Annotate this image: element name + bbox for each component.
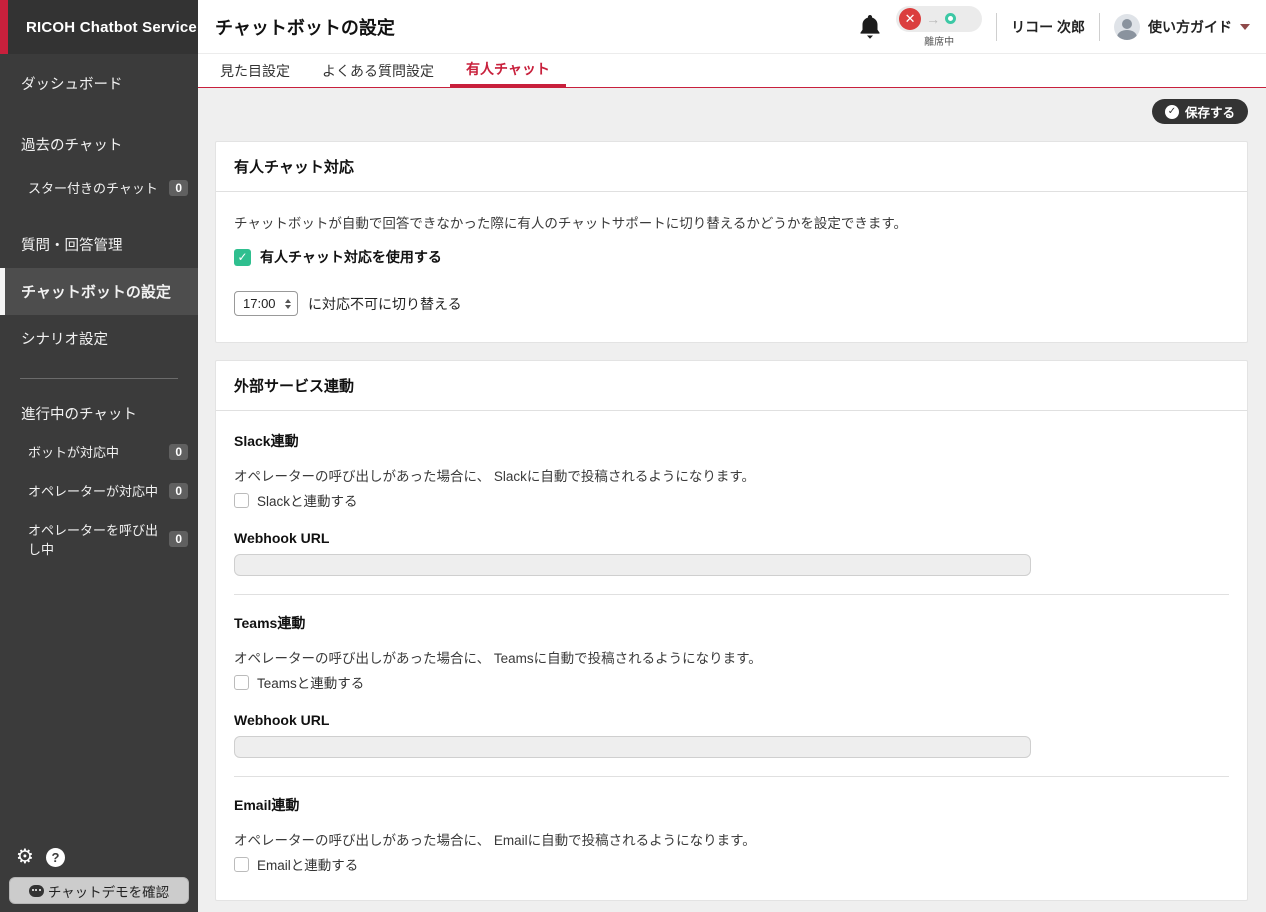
email-checkbox-label: Emailと連動する: [257, 854, 358, 874]
avatar: [1114, 14, 1140, 40]
check-circle-icon: ✓: [1165, 105, 1179, 119]
teams-integration-title: Teams連動: [234, 613, 1229, 633]
sidebar-item-label: ダッシュボード: [21, 73, 123, 94]
slack-integration-checkbox[interactable]: Slackと連動する: [234, 490, 1229, 510]
sidebar-divider: [20, 378, 178, 379]
teams-integration-block: Teams連動 オペレーターの呼び出しがあった場合に、 Teamsに自動で投稿さ…: [234, 613, 1229, 758]
checkbox-unchecked-icon: [234, 493, 249, 508]
app-window: RICOH Chatbot Service ダッシュボード 過去のチャット スタ…: [0, 0, 1266, 912]
sidebar-item-label: オペレーターが対応中: [28, 481, 158, 500]
switch-time-value: 17:00: [243, 296, 276, 311]
sidebar-item-past-chats[interactable]: 過去のチャット: [0, 121, 198, 168]
presence-status-toggle[interactable]: ✕ → 離席中: [896, 6, 982, 48]
settings-tabbar: 見た目設定 よくある質問設定 有人チャット: [198, 54, 1266, 88]
use-manned-chat-checkbox[interactable]: ✓ 有人チャット対応を使用する: [234, 247, 1229, 267]
sidebar: RICOH Chatbot Service ダッシュボード 過去のチャット スタ…: [0, 0, 198, 912]
sidebar-item-label: スター付きのチャット: [28, 178, 158, 197]
checkbox-checked-icon: ✓: [234, 249, 251, 266]
slack-integration-title: Slack連動: [234, 431, 1229, 451]
chevron-down-icon: [1240, 24, 1250, 35]
slack-webhook-label: Webhook URL: [234, 530, 1229, 546]
top-header: チャットボットの設定 ✕ → 離席中 リコー: [198, 0, 1266, 54]
email-integration-description: オペレーターの呼び出しがあった場合に、 Emailに自動で投稿されるようになりま…: [234, 829, 1229, 849]
use-manned-chat-label: 有人チャット対応を使用する: [260, 247, 442, 267]
save-button[interactable]: ✓ 保存する: [1152, 99, 1248, 124]
teams-webhook-label: Webhook URL: [234, 712, 1229, 728]
notification-bell-icon[interactable]: [858, 14, 882, 40]
bot-handling-badge: 0: [169, 444, 188, 460]
user-name: リコー 次郎: [1011, 17, 1085, 37]
checkbox-unchecked-icon: [234, 675, 249, 690]
help-icon[interactable]: ?: [46, 848, 65, 867]
slack-integration-description: オペレーターの呼び出しがあった場合に、 Slackに自動で投稿されるようになりま…: [234, 465, 1229, 485]
sidebar-item-operator-handling[interactable]: オペレーターが対応中 0: [0, 471, 198, 510]
slack-webhook-input: [234, 554, 1031, 576]
select-spinner-icon: [285, 299, 291, 309]
header-divider: [1099, 13, 1100, 41]
status-away-icon: ✕: [899, 8, 921, 30]
email-integration-checkbox[interactable]: Emailと連動する: [234, 854, 1229, 874]
tab-manned-chat[interactable]: 有人チャット: [450, 54, 566, 87]
gear-icon[interactable]: ⚙: [16, 847, 34, 867]
operator-handling-badge: 0: [169, 483, 188, 499]
sidebar-item-dashboard[interactable]: ダッシュボード: [0, 60, 198, 107]
sidebar-item-label: 質問・回答管理: [21, 234, 123, 255]
switch-time-suffix: に対応不可に切り替える: [308, 294, 462, 314]
section-divider: [234, 776, 1229, 777]
chat-demo-button-label: チャットデモを確認: [48, 881, 169, 901]
sidebar-item-label: チャットボットの設定: [21, 281, 171, 302]
sidebar-footer: ⚙ ? チャットデモを確認: [0, 847, 198, 912]
header-divider: [996, 13, 997, 41]
slack-integration-block: Slack連動 オペレーターの呼び出しがあった場合に、 Slackに自動で投稿さ…: [234, 431, 1229, 576]
sidebar-item-label: シナリオ設定: [21, 328, 108, 349]
sidebar-item-starred-chats[interactable]: スター付きのチャット 0: [0, 168, 198, 207]
status-available-icon: [945, 13, 956, 24]
status-label: 離席中: [924, 33, 954, 48]
sidebar-item-bot-handling[interactable]: ボットが対応中 0: [0, 432, 198, 471]
manned-chat-card-title: 有人チャット対応: [216, 142, 1247, 192]
sidebar-item-label: 過去のチャット: [21, 134, 122, 155]
starred-count-badge: 0: [169, 180, 188, 196]
manned-chat-card: 有人チャット対応 チャットボットが自動で回答できなかった際に有人のチャットサポー…: [215, 141, 1248, 343]
teams-integration-checkbox[interactable]: Teamsと連動する: [234, 672, 1229, 692]
email-integration-title: Email連動: [234, 795, 1229, 815]
sidebar-item-operator-calling[interactable]: オペレーターを呼び出し中 0: [0, 510, 198, 568]
brand-logo: RICOH Chatbot Service: [0, 0, 198, 54]
ongoing-chats-heading: 進行中のチャット: [0, 389, 198, 432]
sidebar-item-scenario-settings[interactable]: シナリオ設定: [0, 315, 198, 362]
usage-guide-label: 使い方ガイド: [1148, 17, 1232, 37]
sidebar-item-label: オペレーターを呼び出し中: [28, 520, 169, 558]
chat-demo-button[interactable]: チャットデモを確認: [9, 877, 189, 904]
sidebar-item-qa-management[interactable]: 質問・回答管理: [0, 221, 198, 268]
checkbox-unchecked-icon: [234, 857, 249, 872]
operator-calling-badge: 0: [169, 531, 188, 547]
sidebar-nav: ダッシュボード 過去のチャット スター付きのチャット 0 質問・回答管理 チャッ…: [0, 54, 198, 568]
teams-webhook-input: [234, 736, 1031, 758]
status-arrow-icon: →: [926, 11, 940, 27]
slack-checkbox-label: Slackと連動する: [257, 490, 358, 510]
main-area: チャットボットの設定 ✕ → 離席中 リコー: [198, 0, 1266, 912]
sidebar-item-chatbot-settings[interactable]: チャットボットの設定: [0, 268, 198, 315]
external-services-card-title: 外部サービス連動: [216, 361, 1247, 411]
teams-checkbox-label: Teamsと連動する: [257, 672, 364, 692]
teams-integration-description: オペレーターの呼び出しがあった場合に、 Teamsに自動で投稿されるようになりま…: [234, 647, 1229, 667]
email-integration-block: Email連動 オペレーターの呼び出しがあった場合に、 Emailに自動で投稿さ…: [234, 795, 1229, 874]
sidebar-item-label: ボットが対応中: [28, 442, 119, 461]
page-title: チャットボットの設定: [215, 14, 395, 40]
settings-content: ✓ 保存する 有人チャット対応 チャットボットが自動で回答できなかった際に有人の…: [198, 88, 1266, 912]
save-button-label: 保存する: [1185, 102, 1235, 121]
switch-time-select[interactable]: 17:00: [234, 291, 298, 316]
manned-chat-description: チャットボットが自動で回答できなかった際に有人のチャットサポートに切り替えるかど…: [234, 212, 1229, 232]
tab-appearance[interactable]: 見た目設定: [204, 54, 306, 87]
section-divider: [234, 594, 1229, 595]
chat-bubble-icon: [29, 885, 44, 897]
external-services-card: 外部サービス連動 Slack連動 オペレーターの呼び出しがあった場合に、 Sla…: [215, 360, 1248, 901]
usage-guide-menu[interactable]: 使い方ガイド: [1114, 14, 1250, 40]
tab-faq-settings[interactable]: よくある質問設定: [306, 54, 450, 87]
